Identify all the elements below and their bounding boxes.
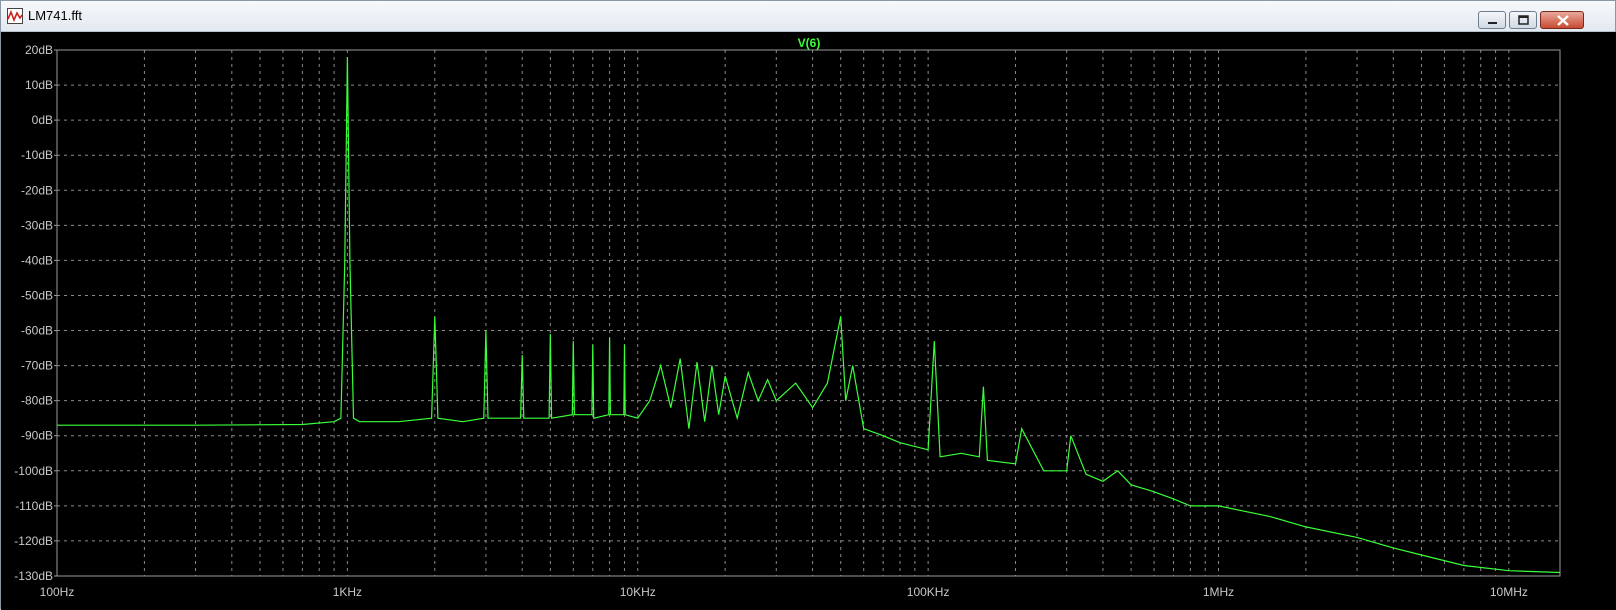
restore-button[interactable] xyxy=(1509,11,1537,29)
y-axis-labels: 20dB 10dB 0dB -10dB -20dB -30dB -40dB -50dB -60d… xyxy=(14,43,57,583)
minimize-icon xyxy=(1488,22,1497,24)
y-tick-label: -80dB xyxy=(21,394,53,408)
x-tick-label: 100KHz xyxy=(907,585,950,599)
x-tick-label: 100Hz xyxy=(40,585,75,599)
x-tick-label: 10MHz xyxy=(1490,585,1528,599)
restore-icon xyxy=(1518,15,1529,25)
plot-area[interactable]: V(6) 20dB 10dB 0dB -10dB -20dB -30dB -40dB -50d… xyxy=(1,32,1616,610)
y-tick-label: -50dB xyxy=(21,288,53,302)
y-tick-label: -40dB xyxy=(21,253,53,267)
close-button[interactable] xyxy=(1540,11,1584,29)
y-tick-label: -70dB xyxy=(21,359,53,373)
y-tick-label: 0dB xyxy=(32,113,53,127)
grid xyxy=(56,49,1560,577)
y-tick-label: -120dB xyxy=(14,534,53,548)
y-tick-label: -10dB xyxy=(21,148,53,162)
x-tick-label: 1MHz xyxy=(1203,585,1234,599)
window-title: LM741.fft xyxy=(28,8,82,23)
y-tick-label: -60dB xyxy=(21,324,53,338)
trace-title[interactable]: V(6) xyxy=(798,36,821,50)
minimize-button[interactable] xyxy=(1478,11,1506,29)
y-tick-label: -30dB xyxy=(21,218,53,232)
x-tick-label: 1KHz xyxy=(333,585,362,599)
close-icon xyxy=(1557,15,1569,26)
plot-frame xyxy=(56,49,1561,577)
x-tick-label: 10KHz xyxy=(620,585,656,599)
y-tick-label: 20dB xyxy=(25,43,53,57)
y-tick-label: -130dB xyxy=(14,569,53,583)
y-tick-label: -100dB xyxy=(14,464,53,478)
app-window: LM741.fft V(6) 20dB 10dB 0dB -10dB -20dB -30d… xyxy=(0,0,1616,610)
y-tick-label: -110dB xyxy=(15,499,53,513)
title-bar[interactable]: LM741.fft xyxy=(1,1,1615,32)
y-tick-label: -20dB xyxy=(21,183,53,197)
trace-v6[interactable] xyxy=(57,56,1561,574)
y-tick-label: -90dB xyxy=(21,429,53,443)
waveform-icon xyxy=(7,8,23,24)
x-axis-labels: 100Hz 1KHz 10KHz 100KHz 1MHz 10MHz xyxy=(40,585,1528,599)
fft-chart[interactable]: V(6) 20dB 10dB 0dB -10dB -20dB -30dB -40dB -50d… xyxy=(1,32,1616,610)
y-tick-label: 10dB xyxy=(25,78,53,92)
